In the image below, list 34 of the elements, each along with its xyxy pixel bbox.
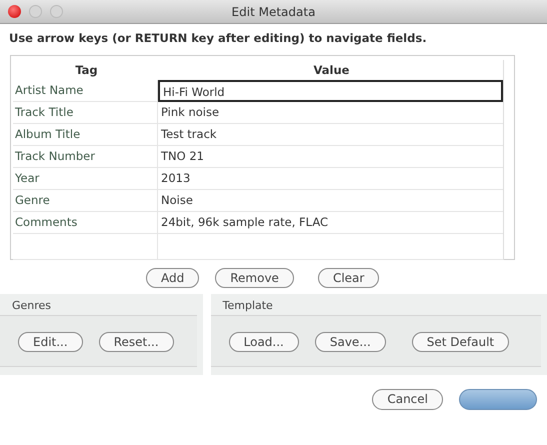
value-input-field[interactable]: Hi-Fi World — [158, 80, 503, 102]
tag-cell: Year — [13, 168, 158, 190]
zoom-button[interactable] — [50, 5, 63, 18]
window-title: Edit Metadata — [232, 4, 316, 20]
value-cell: 2013 — [158, 168, 503, 190]
tag-cell: Artist Name — [13, 80, 158, 102]
close-button[interactable] — [8, 5, 21, 18]
table-button[interactable]: Add — [146, 268, 200, 288]
tag-cell: Comments — [13, 212, 158, 234]
template-label: Template — [222, 298, 274, 314]
column-header: Tag — [74, 62, 99, 80]
value-cell: 24bit, 96k sample rate, FLAC — [158, 212, 503, 234]
tag-cell: Track Number — [13, 146, 158, 168]
action-button[interactable]: Reset... — [98, 332, 174, 352]
action-button[interactable]: Edit... — [18, 332, 83, 352]
table-button[interactable]: Clear — [318, 268, 380, 288]
instructions-text: Use arrow keys (or RETURN key after editing) to navigate fields. — [8, 30, 428, 47]
tag-cell: Album Title — [13, 124, 158, 146]
empty-cell[interactable] — [13, 234, 158, 260]
value-cell: Test track — [158, 124, 503, 146]
tag-cell: Track Title — [13, 102, 158, 124]
table-button[interactable]: Remove — [215, 268, 294, 288]
action-button[interactable]: Save... — [314, 332, 386, 352]
minimize-button[interactable] — [29, 5, 42, 18]
default-button[interactable] — [459, 388, 537, 410]
cancel-button[interactable]: Cancel — [372, 388, 443, 410]
tag-cell: Genre — [13, 190, 158, 212]
action-button[interactable]: Set Default — [412, 332, 510, 352]
column-header: Value — [312, 62, 350, 80]
value-cell: TNO 21 — [158, 146, 503, 168]
value-cell: Noise — [158, 190, 503, 212]
value-cell: Pink noise — [158, 102, 503, 124]
genres-label: Genres — [11, 298, 52, 314]
action-button[interactable]: Load... — [228, 332, 299, 352]
